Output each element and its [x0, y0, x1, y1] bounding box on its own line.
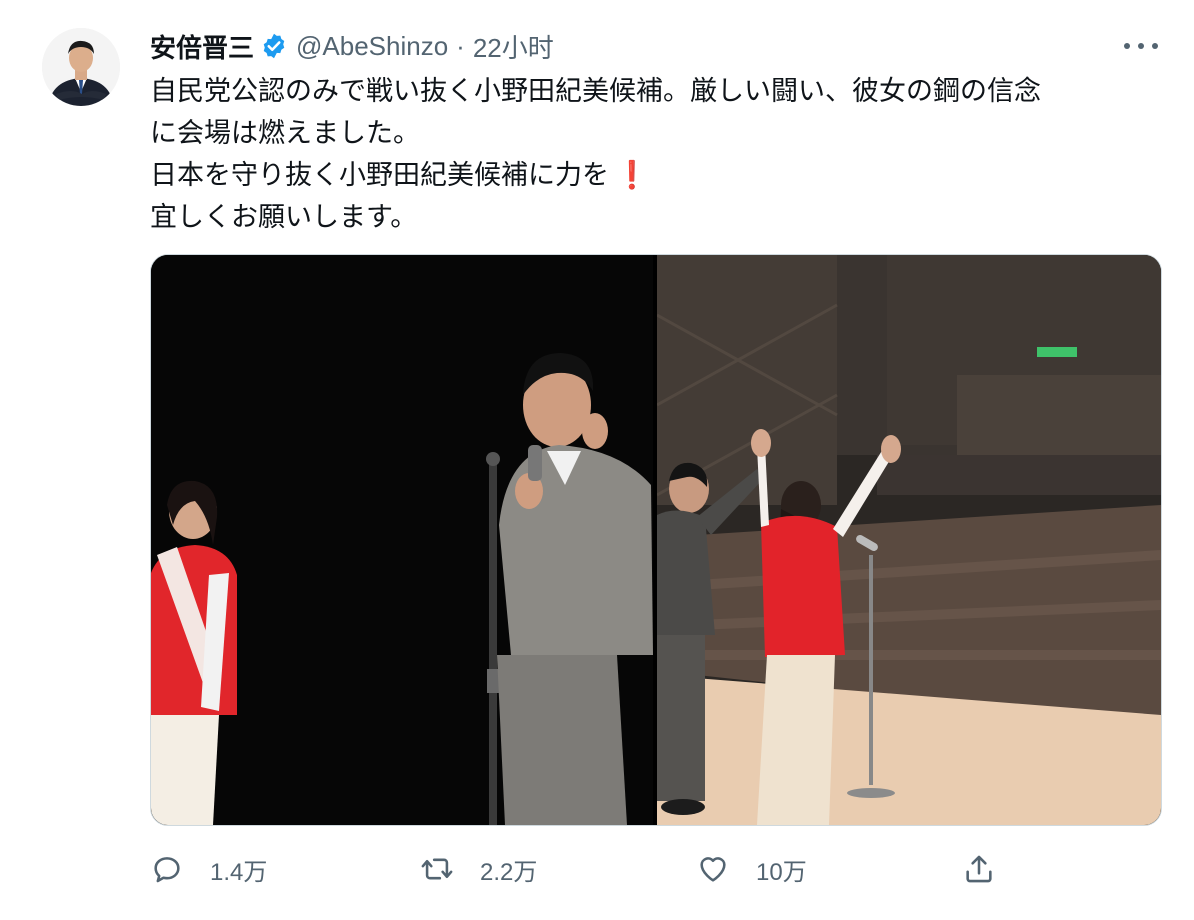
heart-icon: [700, 857, 726, 882]
header-separator: ·: [456, 30, 465, 61]
tweet-text: 自民党公認のみで戦い抜く小野田紀美候補。厳しい闘い、彼女の鋼の信念 に会場は燃え…: [150, 70, 1150, 238]
author-handle[interactable]: @AbeShinzo: [296, 31, 448, 62]
retweet-icon: [421, 858, 453, 880]
share-button[interactable]: [962, 846, 996, 892]
retweet-count: 2.2万: [480, 858, 538, 886]
photo-raised-hands-hall[interactable]: [656, 255, 1161, 825]
photo-speech-stage[interactable]: [151, 255, 653, 825]
tweet-media: [150, 254, 1162, 826]
verified-badge-icon: [263, 33, 285, 59]
tweet-text-line: 自民党公認のみで戦い抜く小野田紀美候補。厳しい闘い、彼女の鋼の信念: [150, 76, 1041, 106]
reply-count: 1.4万: [210, 858, 268, 886]
share-icon: [966, 855, 992, 883]
photo-raised-hands-hall-image: [656, 255, 1161, 825]
photo-speech-stage-image: [151, 255, 653, 825]
reply-icon: [154, 857, 180, 883]
like-button[interactable]: 10万: [696, 846, 807, 892]
more-options-icon[interactable]: [1124, 34, 1158, 58]
retweet-button[interactable]: 2.2万: [420, 846, 537, 892]
tweet-header: 安倍晋三 @AbeShinzo · 22小时: [150, 28, 554, 64]
tweet-text-line-with-emoji: 日本を守り抜く小野田紀美候補に力を ❗: [150, 154, 1150, 196]
exclamation-emoji: ❗: [615, 160, 649, 190]
tweet-timestamp[interactable]: 22小时: [473, 28, 554, 65]
avatar-photo: [42, 28, 120, 106]
more-dot: [1138, 43, 1144, 49]
tweet-text-line: 宜しくお願いします。: [150, 202, 418, 232]
tweet-text-line: に会場は燃えました。: [150, 118, 420, 148]
avatar[interactable]: [42, 28, 120, 106]
tweet-actions: 1.4万 2.2万 10万: [150, 846, 1050, 892]
reply-button[interactable]: 1.4万: [150, 846, 267, 892]
tweet: 安倍晋三 @AbeShinzo · 22小时 自民党公認のみで戦い抜く小野田紀美…: [0, 0, 1194, 920]
more-dot: [1124, 43, 1130, 49]
more-dot: [1152, 43, 1158, 49]
author-name[interactable]: 安倍晋三: [150, 28, 254, 65]
tweet-text-line: 日本を守り抜く小野田紀美候補に力を: [150, 160, 609, 190]
like-count: 10万: [756, 858, 807, 886]
